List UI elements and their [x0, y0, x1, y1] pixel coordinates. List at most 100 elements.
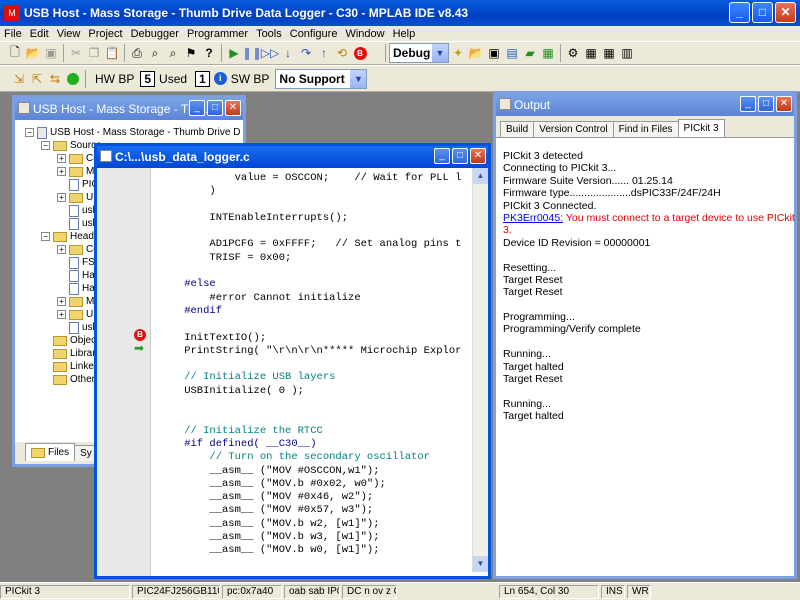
save-project-icon[interactable]: ▣ — [485, 44, 503, 62]
halt-icon[interactable]: ❚❚ — [242, 44, 262, 62]
help-icon[interactable]: ? — [200, 44, 218, 62]
window-title: USB Host - Mass Storage - Thumb Drive Da… — [24, 6, 469, 20]
expand-icon[interactable]: + — [57, 154, 66, 163]
toolbar-debug: ⇲ ⇱ ⇆ HW BP 5 Used 1 i SW BP No Support … — [0, 65, 800, 92]
editor-window-title: C:\...\usb_data_logger.c — [115, 150, 250, 164]
expand-icon[interactable]: + — [57, 297, 66, 306]
paste-icon[interactable]: 📋 — [103, 44, 121, 62]
collapse-icon[interactable]: − — [25, 128, 34, 137]
minimize-icon[interactable]: _ — [434, 148, 450, 164]
new-file-icon[interactable]: 🗋 — [6, 44, 24, 62]
bookmark-icon[interactable]: ⚑ — [182, 44, 200, 62]
read-device-icon[interactable]: ⇱ — [28, 70, 46, 88]
run-icon[interactable]: ▶ — [225, 44, 243, 62]
collapse-icon[interactable] — [41, 349, 50, 358]
open-file-icon[interactable]: 📂 — [24, 44, 42, 62]
menu-edit[interactable]: Edit — [26, 28, 53, 40]
expand-icon[interactable]: + — [57, 245, 66, 254]
verify-device-icon[interactable]: ⇆ — [46, 70, 64, 88]
mplab-logo-icon[interactable]: M — [4, 5, 20, 21]
program-device-icon[interactable]: ⇲ — [10, 70, 28, 88]
power-icon[interactable] — [64, 70, 82, 88]
folder-icon — [53, 335, 67, 346]
error-link[interactable]: PK3Err0045: — [503, 212, 563, 224]
expand-icon[interactable]: + — [57, 193, 66, 202]
build-icon[interactable]: ▤ — [503, 44, 521, 62]
tab-files[interactable]: Files — [25, 443, 76, 461]
collapse-icon[interactable] — [41, 375, 50, 384]
scroll-up-icon[interactable]: ▲ — [473, 168, 488, 184]
collapse-icon[interactable] — [41, 336, 50, 345]
scroll-down-icon[interactable]: ▼ — [473, 556, 488, 572]
build-config-select[interactable]: Debug ▼ — [389, 43, 449, 63]
step-into-icon[interactable]: ↓ — [279, 44, 297, 62]
editor-gutter[interactable] — [97, 168, 151, 576]
code-line: ) — [159, 185, 216, 198]
reset-icon[interactable]: ⟲ — [333, 44, 351, 62]
info-icon[interactable]: i — [213, 72, 227, 85]
hw-bp-count: 5 — [140, 70, 156, 87]
animate-icon[interactable]: ▷▷ — [261, 44, 279, 62]
collapse-icon[interactable]: − — [41, 141, 50, 150]
menu-configure[interactable]: Configure — [286, 28, 342, 40]
sfr-window-icon[interactable]: ▥ — [618, 44, 636, 62]
folder-icon — [69, 192, 83, 203]
maximize-icon[interactable]: □ — [452, 148, 468, 164]
output-line: Programming... — [503, 311, 575, 324]
maximize-icon[interactable]: □ — [752, 2, 773, 23]
output-line: Programming/Verify complete — [503, 323, 641, 336]
sw-bp-select[interactable]: No Support ▼ — [275, 68, 368, 89]
minimize-icon[interactable]: _ — [740, 96, 756, 112]
output-line: Resetting... — [503, 261, 557, 274]
tab-pickit-3[interactable]: PICkit 3 — [677, 119, 725, 137]
menu-tools[interactable]: Tools — [252, 28, 286, 40]
step-out-icon[interactable]: ↑ — [315, 44, 333, 62]
menu-help[interactable]: Help — [389, 28, 420, 40]
tab-build[interactable]: Build — [500, 121, 535, 137]
new-project-icon[interactable]: ✦ — [449, 44, 467, 62]
cut-icon[interactable]: ✂ — [67, 44, 85, 62]
memory-window-icon[interactable]: ▦ — [582, 44, 600, 62]
collapse-icon[interactable] — [41, 362, 50, 371]
menu-window[interactable]: Window — [341, 28, 388, 40]
save-icon[interactable]: ▣ — [42, 44, 60, 62]
open-project-icon[interactable]: 📂 — [467, 44, 485, 62]
minimize-icon[interactable]: _ — [189, 100, 205, 116]
tree-root[interactable]: − USB Host - Mass Storage - Thumb Drive … — [25, 126, 241, 139]
build-all-icon[interactable]: ▦ — [539, 44, 557, 62]
menu-view[interactable]: View — [53, 28, 85, 40]
find-in-files-icon[interactable]: ⌕ — [164, 44, 182, 62]
make-icon[interactable]: ▰ — [521, 44, 539, 62]
collapse-icon[interactable]: − — [41, 232, 50, 241]
copy-icon[interactable]: ❐ — [85, 44, 103, 62]
code-area[interactable]: value = OSCCON; // Wait for PLL l ) INTE… — [159, 172, 473, 558]
breakpoint-icon[interactable]: B — [351, 44, 369, 62]
breakpoint-marker-icon[interactable]: B — [134, 329, 146, 341]
menu-file[interactable]: File — [0, 28, 26, 40]
maximize-icon[interactable]: □ — [758, 96, 774, 112]
checksum-icon[interactable]: ⚙ — [564, 44, 582, 62]
code-line: value = OSCCON; // Wait for PLL l — [159, 172, 462, 184]
close-icon[interactable]: ✕ — [775, 2, 796, 23]
find-icon[interactable]: ⌕ — [146, 44, 164, 62]
close-icon[interactable]: ✕ — [776, 96, 792, 112]
expand-icon[interactable]: + — [57, 310, 66, 319]
maximize-icon[interactable]: □ — [207, 100, 223, 116]
print-icon[interactable]: ⎙ — [128, 44, 146, 62]
watch-window-icon[interactable]: ▦ — [600, 44, 618, 62]
tab-version-control[interactable]: Version Control — [533, 121, 614, 137]
expand-icon[interactable]: + — [57, 167, 66, 176]
menu-debugger[interactable]: Debugger — [127, 28, 183, 40]
close-icon[interactable]: ✕ — [470, 148, 486, 164]
menu-programmer[interactable]: Programmer — [183, 28, 252, 40]
step-over-icon[interactable]: ↷ — [297, 44, 315, 62]
minimize-icon[interactable]: _ — [729, 2, 750, 23]
vertical-scrollbar[interactable]: ▲ ▼ — [472, 168, 488, 572]
close-icon[interactable]: ✕ — [225, 100, 241, 116]
menu-project[interactable]: Project — [84, 28, 126, 40]
chevron-down-icon: ▼ — [432, 44, 448, 62]
output-line: Running... — [503, 348, 551, 361]
tab-find-in-files[interactable]: Find in Files — [612, 121, 679, 137]
